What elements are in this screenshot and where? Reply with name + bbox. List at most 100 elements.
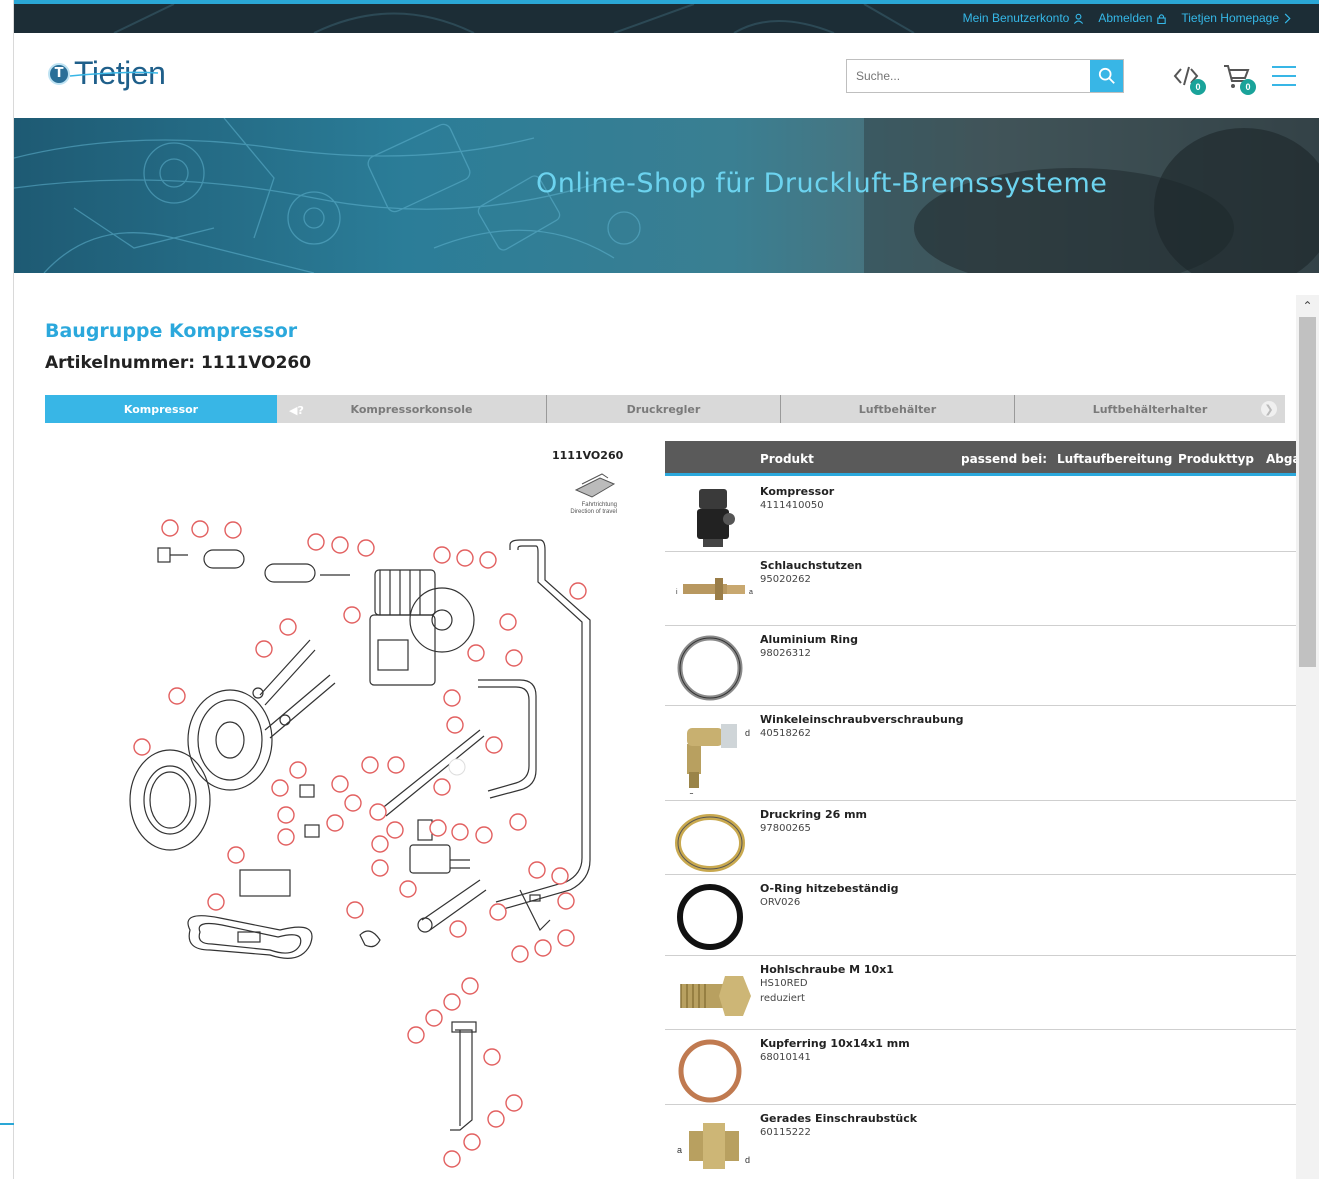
- top-bar: Mein Benutzerkonto Abmelden Tietjen Home…: [14, 4, 1319, 33]
- svg-text:i: i: [676, 589, 678, 596]
- search-input[interactable]: [847, 60, 1091, 92]
- tab-luftbehaelterhalter[interactable]: Luftbehälterhalter ❯: [1015, 395, 1285, 423]
- banjo-bolt-thumbnail: [680, 976, 751, 1016]
- product-number: 60115222: [760, 1127, 811, 1138]
- straight-fitting-thumbnail: a d: [677, 1123, 750, 1169]
- hamburger-line: [1272, 84, 1296, 86]
- product-name[interactable]: Druckring 26 mm: [760, 808, 867, 821]
- table-row[interactable]: d a Winkeleinschraubverschraubung 405182…: [665, 706, 1296, 801]
- header-product-type[interactable]: Produkttyp: [1178, 452, 1254, 466]
- search-box: [846, 59, 1124, 93]
- hero-banner: Online-Shop für Druckluft-Bremssysteme: [14, 118, 1319, 273]
- article-number: Artikelnummer: 1111VO260: [45, 353, 312, 373]
- cart-count-badge: 0: [1240, 79, 1256, 95]
- category-tabs: Kompressor ◀? Kompressorkonsole Druckreg…: [45, 395, 1285, 423]
- header-air-treatment[interactable]: Luftaufbereitung: [1057, 452, 1172, 466]
- banner-title: Online-Shop für Druckluft-Bremssysteme: [536, 168, 1108, 199]
- homepage-link-label: Tietjen Homepage: [1181, 11, 1279, 25]
- product-name[interactable]: O-Ring hitzebeständig: [760, 882, 899, 895]
- product-number: HS10RED: [760, 978, 808, 989]
- tab-kompressor[interactable]: Kompressor: [45, 395, 277, 423]
- tab-label: Kompressor: [123, 402, 199, 416]
- tab-prev-icon[interactable]: ◀?: [289, 404, 304, 417]
- lock-icon: [1157, 13, 1167, 24]
- scroll-thumb[interactable]: [1299, 317, 1316, 667]
- menu-button[interactable]: [1272, 66, 1296, 86]
- hamburger-line: [1272, 75, 1296, 77]
- product-number: 98026312: [760, 648, 811, 659]
- header-abga[interactable]: Abga: [1266, 452, 1296, 466]
- left-gutter: [0, 0, 14, 1179]
- product-note: reduziert: [760, 993, 805, 1004]
- scrollbar[interactable]: ⌃: [1296, 295, 1319, 1179]
- svg-text:a: a: [677, 1145, 682, 1155]
- product-number: 40518262: [760, 728, 811, 739]
- left-accent-line: [0, 1123, 14, 1125]
- tab-label: Druckregler: [626, 402, 701, 416]
- compare-button[interactable]: 0: [1172, 61, 1206, 95]
- svg-text:a: a: [749, 589, 753, 596]
- tab-luftbehaelter[interactable]: Luftbehälter: [781, 395, 1015, 423]
- tab-next-icon[interactable]: ❯: [1261, 401, 1277, 417]
- hamburger-line: [1272, 66, 1296, 68]
- product-name[interactable]: Kupferring 10x14x1 mm: [760, 1037, 910, 1050]
- product-number: 68010141: [760, 1052, 811, 1063]
- table-row[interactable]: O-Ring hitzebeständig ORV026: [665, 875, 1296, 956]
- svg-text:d: d: [745, 1155, 750, 1165]
- product-number: 4111410050: [760, 500, 824, 511]
- table-row[interactable]: a d Gerades Einschraubstück 60115222: [665, 1105, 1296, 1179]
- header-fits[interactable]: passend bei:: [961, 452, 1047, 466]
- logout-link[interactable]: Abmelden: [1098, 11, 1167, 25]
- product-name[interactable]: Gerades Einschraubstück: [760, 1112, 917, 1125]
- product-name[interactable]: Aluminium Ring: [760, 633, 858, 646]
- page-title: Baugruppe Kompressor: [45, 320, 298, 342]
- tab-label: Luftbehälterhalter: [1092, 402, 1208, 416]
- tab-label: Luftbehälter: [858, 402, 937, 416]
- tab-kompressorkonsole[interactable]: ◀? Kompressorkonsole: [277, 395, 547, 423]
- product-number: 97800265: [760, 823, 811, 834]
- scroll-up-arrow-icon[interactable]: ⌃: [1296, 295, 1319, 317]
- user-icon: [1074, 13, 1084, 24]
- product-number: 95020262: [760, 574, 811, 585]
- header-product[interactable]: Produkt: [760, 452, 814, 466]
- svg-text:d: d: [745, 728, 750, 738]
- product-name[interactable]: Hohlschraube M 10x1: [760, 963, 894, 976]
- product-table: Produkt passend bei: Luftaufbereitung Pr…: [665, 441, 1296, 1179]
- product-name[interactable]: Schlauchstutzen: [760, 559, 862, 572]
- chevron-right-icon: [1284, 12, 1291, 24]
- table-header: Produkt passend bei: Luftaufbereitung Pr…: [665, 441, 1296, 476]
- table-row[interactable]: Hohlschraube M 10x1 HS10RED reduziert: [665, 956, 1296, 1030]
- aluminium-ring-thumbnail: [677, 635, 743, 701]
- copper-ring-thumbnail: [678, 1039, 742, 1103]
- topbar-links: Mein Benutzerkonto Abmelden Tietjen Home…: [963, 11, 1291, 25]
- product-name[interactable]: Winkeleinschraubverschraubung: [760, 713, 964, 726]
- table-row[interactable]: Aluminium Ring 98026312: [665, 626, 1296, 706]
- cart-button[interactable]: 0: [1222, 61, 1256, 95]
- product-name[interactable]: Kompressor: [760, 485, 834, 498]
- svg-text:a: a: [689, 790, 694, 794]
- pressure-ring-thumbnail: [675, 814, 745, 872]
- header-icons: 0 0: [1172, 61, 1296, 95]
- table-row[interactable]: Kupferring 10x14x1 mm 68010141: [665, 1030, 1296, 1105]
- elbow-fitting-thumbnail: d a: [687, 724, 750, 794]
- tab-label: Kompressorkonsole: [350, 402, 473, 416]
- table-row[interactable]: Kompressor 4111410050: [665, 479, 1296, 552]
- table-row[interactable]: Druckring 26 mm 97800265: [665, 801, 1296, 875]
- page: Mein Benutzerkonto Abmelden Tietjen Home…: [0, 0, 1319, 1179]
- search-button[interactable]: [1090, 60, 1123, 92]
- logout-link-label: Abmelden: [1098, 11, 1153, 25]
- o-ring-thumbnail: [677, 884, 743, 950]
- site-header: T Tietjen 0 0: [14, 33, 1319, 118]
- table-row[interactable]: i a Schlauchstutzen 95020262: [665, 552, 1296, 626]
- compare-count-badge: 0: [1190, 79, 1206, 95]
- homepage-link[interactable]: Tietjen Homepage: [1181, 11, 1291, 25]
- compressor-thumbnail: [697, 489, 735, 547]
- tab-druckregler[interactable]: Druckregler: [547, 395, 781, 423]
- exploded-parts-diagram[interactable]: [100, 440, 630, 1175]
- hose-fitting-thumbnail: i a: [676, 578, 753, 600]
- account-link-label: Mein Benutzerkonto: [962, 11, 1070, 25]
- logo-swoosh: [69, 71, 159, 77]
- search-icon: [1098, 67, 1115, 84]
- account-link[interactable]: Mein Benutzerkonto: [963, 11, 1085, 25]
- product-number: ORV026: [760, 897, 801, 908]
